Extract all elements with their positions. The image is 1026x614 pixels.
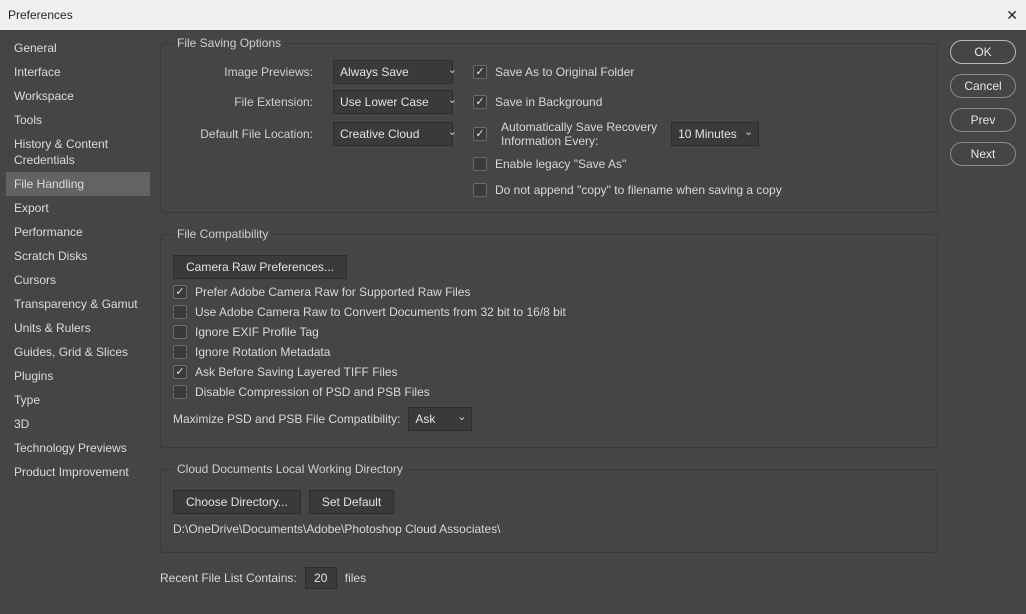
sidebar-item-plugins[interactable]: Plugins bbox=[6, 364, 150, 388]
use-acr-32-16-checkbox[interactable] bbox=[173, 305, 187, 319]
prefer-acr-checkbox[interactable] bbox=[173, 285, 187, 299]
default-location-label: Default File Location: bbox=[173, 127, 313, 141]
sidebar-item-history-content-credentials[interactable]: History & Content Credentials bbox=[6, 132, 150, 172]
save-as-original-checkbox[interactable] bbox=[473, 65, 487, 79]
do-not-append-copy-label: Do not append "copy" to filename when sa… bbox=[495, 183, 782, 197]
enable-legacy-saveas-label: Enable legacy "Save As" bbox=[495, 157, 626, 171]
file-compatibility-group: File Compatibility Camera Raw Preference… bbox=[160, 227, 938, 448]
set-default-button[interactable]: Set Default bbox=[309, 490, 394, 514]
auto-save-interval-select[interactable]: 10 Minutes bbox=[671, 122, 759, 146]
file-extension-label: File Extension: bbox=[173, 95, 313, 109]
sidebar-item-units-rulers[interactable]: Units & Rulers bbox=[6, 316, 150, 340]
cancel-button[interactable]: Cancel bbox=[950, 74, 1016, 98]
do-not-append-copy-checkbox[interactable] bbox=[473, 183, 487, 197]
prefer-acr-label: Prefer Adobe Camera Raw for Supported Ra… bbox=[195, 285, 470, 299]
ask-tiff-checkbox[interactable] bbox=[173, 365, 187, 379]
maximize-compat-select[interactable]: Ask bbox=[408, 407, 472, 431]
sidebar-item-type[interactable]: Type bbox=[6, 388, 150, 412]
ok-button[interactable]: OK bbox=[950, 40, 1016, 64]
ignore-exif-label: Ignore EXIF Profile Tag bbox=[195, 325, 319, 339]
titlebar: Preferences ✕ bbox=[0, 0, 1026, 30]
sidebar-item-file-handling[interactable]: File Handling bbox=[6, 172, 150, 196]
sidebar-item-guides-grid-slices[interactable]: Guides, Grid & Slices bbox=[6, 340, 150, 364]
sidebar-item-workspace[interactable]: Workspace bbox=[6, 84, 150, 108]
sidebar-item-performance[interactable]: Performance bbox=[6, 220, 150, 244]
save-as-original-label: Save As to Original Folder bbox=[495, 65, 634, 79]
sidebar-item-technology-previews[interactable]: Technology Previews bbox=[6, 436, 150, 460]
sidebar: GeneralInterfaceWorkspaceToolsHistory & … bbox=[0, 30, 152, 614]
sidebar-item-3d[interactable]: 3D bbox=[6, 412, 150, 436]
use-acr-32-16-label: Use Adobe Camera Raw to Convert Document… bbox=[195, 305, 566, 319]
sidebar-item-tools[interactable]: Tools bbox=[6, 108, 150, 132]
save-in-background-label: Save in Background bbox=[495, 95, 602, 109]
image-previews-label: Image Previews: bbox=[173, 65, 313, 79]
sidebar-item-general[interactable]: General bbox=[6, 36, 150, 60]
ignore-rotation-label: Ignore Rotation Metadata bbox=[195, 345, 330, 359]
choose-directory-button[interactable]: Choose Directory... bbox=[173, 490, 301, 514]
next-button[interactable]: Next bbox=[950, 142, 1016, 166]
cloud-dir-group: Cloud Documents Local Working Directory … bbox=[160, 462, 938, 553]
recent-files-label: Recent File List Contains: bbox=[160, 571, 297, 585]
sidebar-item-interface[interactable]: Interface bbox=[6, 60, 150, 84]
ask-tiff-label: Ask Before Saving Layered TIFF Files bbox=[195, 365, 398, 379]
auto-save-label: Automatically Save Recovery Information … bbox=[501, 120, 657, 148]
enable-legacy-saveas-checkbox[interactable] bbox=[473, 157, 487, 171]
recent-files-input[interactable] bbox=[305, 567, 337, 589]
maximize-compat-label: Maximize PSD and PSB File Compatibility: bbox=[173, 412, 400, 426]
auto-save-checkbox[interactable] bbox=[473, 127, 487, 141]
prev-button[interactable]: Prev bbox=[950, 108, 1016, 132]
cloud-dir-path: D:\OneDrive\Documents\Adobe\Photoshop Cl… bbox=[173, 522, 501, 536]
disable-compression-label: Disable Compression of PSD and PSB Files bbox=[195, 385, 430, 399]
window-title: Preferences bbox=[8, 8, 73, 22]
file-extension-select[interactable]: Use Lower Case bbox=[333, 90, 453, 114]
cloud-dir-legend: Cloud Documents Local Working Directory bbox=[173, 462, 407, 476]
camera-raw-prefs-button[interactable]: Camera Raw Preferences... bbox=[173, 255, 347, 279]
file-saving-group: File Saving Options Image Previews: Alwa… bbox=[160, 36, 938, 213]
ignore-rotation-checkbox[interactable] bbox=[173, 345, 187, 359]
ignore-exif-checkbox[interactable] bbox=[173, 325, 187, 339]
dialog-buttons: OK Cancel Prev Next bbox=[946, 30, 1026, 614]
sidebar-item-transparency-gamut[interactable]: Transparency & Gamut bbox=[6, 292, 150, 316]
main-panel: File Saving Options Image Previews: Alwa… bbox=[152, 30, 946, 614]
recent-files-suffix: files bbox=[345, 571, 366, 585]
file-compatibility-legend: File Compatibility bbox=[173, 227, 272, 241]
close-icon[interactable]: ✕ bbox=[1006, 7, 1018, 24]
image-previews-select[interactable]: Always Save bbox=[333, 60, 453, 84]
save-in-background-checkbox[interactable] bbox=[473, 95, 487, 109]
disable-compression-checkbox[interactable] bbox=[173, 385, 187, 399]
file-saving-legend: File Saving Options bbox=[173, 36, 285, 50]
sidebar-item-cursors[interactable]: Cursors bbox=[6, 268, 150, 292]
sidebar-item-product-improvement[interactable]: Product Improvement bbox=[6, 460, 150, 484]
default-location-select[interactable]: Creative Cloud bbox=[333, 122, 453, 146]
sidebar-item-scratch-disks[interactable]: Scratch Disks bbox=[6, 244, 150, 268]
sidebar-item-export[interactable]: Export bbox=[6, 196, 150, 220]
